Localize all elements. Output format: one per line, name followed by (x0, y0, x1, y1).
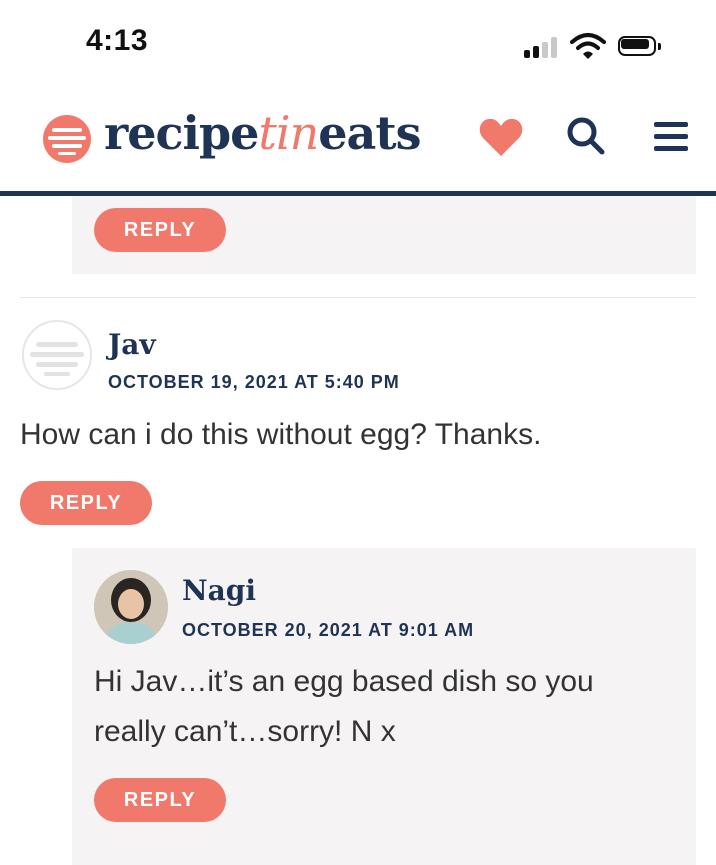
recipetineats-logo-icon[interactable] (42, 114, 92, 164)
logo-text-tin: tin (258, 106, 319, 160)
cellular-signal-icon (524, 36, 560, 58)
menu-icon[interactable] (654, 122, 690, 154)
comment-text: How can i do this without egg? Thanks. (20, 418, 542, 451)
avatar (94, 570, 168, 644)
reply-button[interactable]: REPLY (94, 208, 226, 252)
heart-icon[interactable] (478, 116, 524, 158)
logo-text-eats: eats (318, 106, 421, 160)
status-time: 4:13 (86, 24, 149, 57)
wifi-icon (570, 33, 606, 59)
reply-author: Nagi (182, 574, 256, 607)
reply-text-line-2: really can’t…sorry! N x (94, 715, 396, 748)
site-logo[interactable]: recipetineats (104, 106, 421, 160)
reply-text-line-1: Hi Jav…it’s an egg based dish so you (94, 665, 594, 698)
reply-date[interactable]: OCTOBER 20, 2021 AT 9:01 AM (182, 620, 474, 641)
search-icon[interactable] (566, 116, 606, 156)
reply-button[interactable]: REPLY (94, 778, 226, 822)
reply-button[interactable]: REPLY (20, 481, 152, 525)
battery-icon (618, 36, 662, 58)
status-bar: 4:13 (0, 0, 716, 92)
author-photo-icon (94, 570, 168, 644)
comment-author: Jav (108, 328, 156, 361)
comment-divider (20, 297, 696, 298)
comment-date[interactable]: OCTOBER 19, 2021 AT 5:40 PM (108, 372, 400, 393)
site-header: recipetineats (0, 92, 716, 196)
logo-text-recipe: recipe (104, 106, 259, 160)
avatar (22, 320, 92, 390)
default-avatar-icon (30, 342, 84, 376)
